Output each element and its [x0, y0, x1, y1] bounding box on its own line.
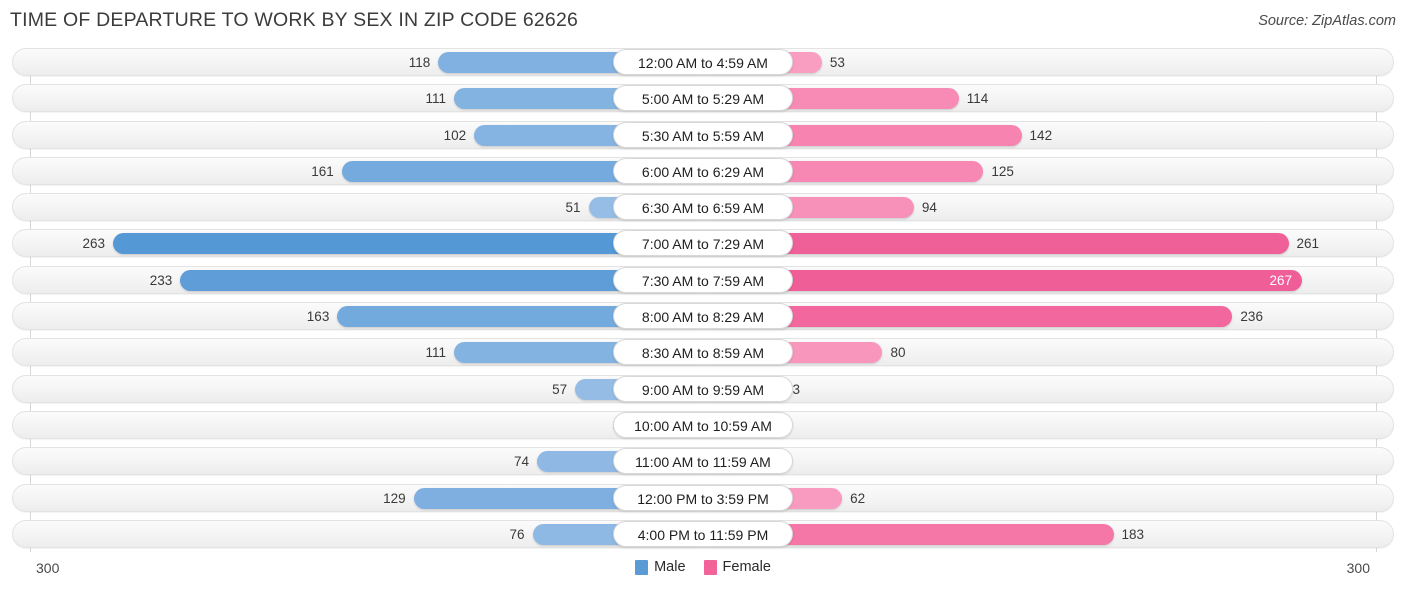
bar-value-female: 53 — [829, 55, 845, 70]
chart-legend: Male Female — [0, 559, 1406, 575]
table-row[interactable]: 163 236 8:00 AM to 8:29 AM — [0, 298, 1406, 334]
table-row[interactable]: 76 183 4:00 PM to 11:59 PM — [0, 516, 1406, 552]
table-row[interactable]: 263 261 7:00 AM to 7:29 AM — [0, 225, 1406, 261]
bar-value-male: 51 — [565, 200, 581, 216]
category-label: 10:00 AM to 10:59 AM — [613, 411, 793, 438]
table-row[interactable]: 161 125 6:00 AM to 6:29 AM — [0, 153, 1406, 189]
source-attribution: Source: ZipAtlas.com — [1258, 13, 1396, 29]
category-label: 5:30 AM to 5:59 AM — [613, 121, 793, 148]
category-label: 6:30 AM to 6:59 AM — [613, 194, 793, 221]
bar-value-female: 114 — [966, 91, 989, 107]
table-row[interactable]: 741711:00 AM to 11:59 AM — [0, 443, 1406, 479]
table-row[interactable]: 102 142 5:30 AM to 5:59 AM — [0, 117, 1406, 153]
legend-label-male: Male — [654, 559, 686, 575]
legend-item-female[interactable]: Female — [703, 559, 771, 575]
bar-value-female: 261 — [1296, 236, 1320, 252]
chart-header: TIME OF DEPARTURE TO WORK BY SEX IN ZIP … — [0, 0, 1406, 44]
bar-value-male: 76 — [509, 526, 525, 542]
table-row[interactable]: 51 94 6:30 AM to 6:59 AM — [0, 189, 1406, 225]
category-label: 7:00 AM to 7:29 AM — [613, 230, 793, 257]
bar-value-female: 94 — [921, 200, 937, 216]
bar-value-female: 236 — [1240, 309, 1263, 325]
bar-value-male: 129 — [383, 490, 406, 506]
bar-value-male: 118 — [408, 55, 431, 70]
bar-rows: 118 53 12:00 AM to 4:59 AM 111 114 5:00 AM to… — [0, 44, 1406, 552]
bar-value-female: 125 — [991, 163, 1014, 179]
category-label: 5:00 AM to 5:29 AM — [613, 85, 793, 112]
bar-value-female: 33 — [785, 379, 845, 400]
bar-value-female: 142 — [1029, 127, 1053, 143]
category-label: 7:30 AM to 7:59 AM — [613, 266, 793, 293]
category-label: 8:00 AM to 8:29 AM — [613, 303, 793, 330]
category-label: 9:00 AM to 9:59 AM — [613, 375, 793, 402]
category-label: 11:00 AM to 11:59 AM — [613, 448, 793, 475]
bar-value-male: 161 — [311, 163, 334, 179]
category-label: 8:30 AM to 8:59 AM — [613, 339, 793, 366]
legend-swatch-female-icon — [703, 559, 717, 575]
table-row[interactable]: 233 267 7:30 AM to 7:59 AM — [0, 262, 1406, 298]
bar-value-female: 80 — [890, 345, 906, 361]
table-row[interactable]: 129 62 12:00 PM to 3:59 PM — [0, 480, 1406, 516]
page-title: TIME OF DEPARTURE TO WORK BY SEX IN ZIP … — [10, 9, 579, 31]
chart-plot-area: 118 53 12:00 AM to 4:59 AM 111 114 5:00 AM to… — [0, 44, 1406, 552]
legend-label-female: Female — [722, 559, 771, 575]
bar-value-male: 111 — [425, 345, 446, 361]
table-row[interactable]: 57 339:00 AM to 9:59 AM — [0, 371, 1406, 407]
bar-value-male: 102 — [443, 127, 467, 143]
bar-value-male: 263 — [82, 236, 105, 252]
bar-value-female: 183 — [1121, 526, 1145, 542]
table-row[interactable]: 118 53 12:00 AM to 4:59 AM — [0, 44, 1406, 80]
bar-value-male: 74 — [513, 454, 529, 470]
bar-value-male: 111 — [425, 91, 446, 107]
category-label: 12:00 AM to 4:59 AM — [613, 49, 793, 75]
bar-value-male: 233 — [149, 272, 173, 288]
chart-footer: 300 300 Male Female — [0, 552, 1406, 595]
category-label: 12:00 PM to 3:59 PM — [613, 484, 793, 511]
table-row[interactable]: 111 80 8:30 AM to 8:59 AM — [0, 334, 1406, 370]
legend-swatch-male-icon — [635, 559, 649, 575]
bar-value-female: 267 — [1269, 272, 1292, 288]
category-label: 6:00 AM to 6:29 AM — [613, 157, 793, 184]
table-row[interactable]: 111 114 5:00 AM to 5:29 AM — [0, 80, 1406, 116]
bar-value-male: 163 — [306, 309, 330, 325]
bar-value-female: 62 — [850, 490, 866, 506]
bar-value-male: 57 — [552, 381, 568, 397]
legend-item-male[interactable]: Male — [635, 559, 686, 575]
table-row[interactable]: 30310:00 AM to 10:59 AM — [0, 407, 1406, 443]
category-label: 4:00 PM to 11:59 PM — [613, 520, 793, 547]
